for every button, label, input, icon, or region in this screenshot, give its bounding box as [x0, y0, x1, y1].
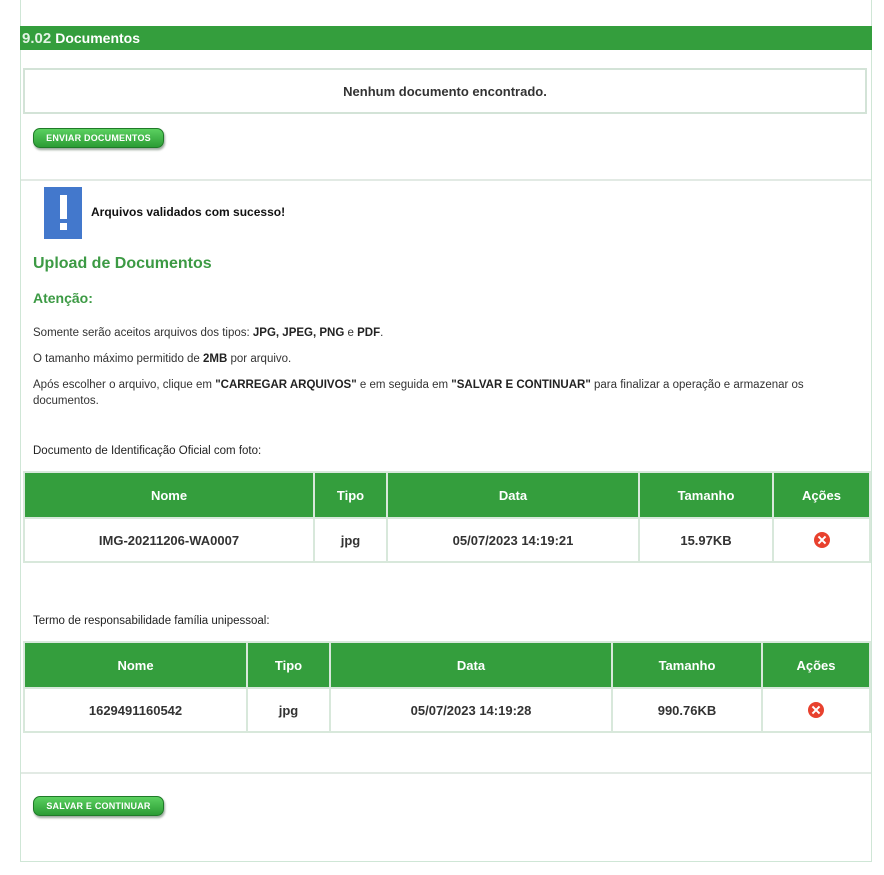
- column-header: Nome: [23, 641, 248, 689]
- column-header: Tipo: [313, 471, 388, 519]
- delete-icon[interactable]: [808, 702, 824, 719]
- cell-type: jpg: [246, 687, 331, 733]
- info-load-button-ref: "CARREGAR ARQUIVOS": [215, 379, 357, 391]
- info-text: Somente serão aceitos arquivos dos tipos…: [33, 327, 253, 339]
- column-header: Tamanho: [638, 471, 774, 519]
- table-header-row: Nome Tipo Data Tamanho Ações: [23, 471, 871, 519]
- table-row: 1629491160542 jpg 05/07/2023 14:19:28 99…: [23, 687, 871, 733]
- cell-date: 05/07/2023 14:19:28: [329, 687, 613, 733]
- documents-table: Nome Tipo Data Tamanho Ações 16294911605…: [23, 641, 871, 733]
- info-size: 2MB: [203, 353, 228, 365]
- info-types: JPG, JPEG, PNG: [252, 327, 345, 339]
- cell-type: jpg: [313, 517, 388, 563]
- column-header: Ações: [772, 471, 871, 519]
- column-header: Tamanho: [611, 641, 763, 689]
- table-row: IMG-20211206-WA0007 jpg 05/07/2023 14:19…: [23, 517, 871, 563]
- info-text: .: [380, 327, 384, 339]
- column-header: Data: [386, 471, 640, 519]
- info-file-types: Somente serão aceitos arquivos dos tipos…: [33, 325, 383, 341]
- info-save-button-ref: "SALVAR E CONTINUAR": [451, 379, 591, 391]
- cell-actions: [772, 517, 871, 563]
- upload-title: Upload de Documentos: [33, 255, 212, 272]
- info-pdf: PDF: [357, 327, 381, 339]
- cell-date: 05/07/2023 14:19:21: [386, 517, 640, 563]
- section-header: 9.02 Documentos: [20, 26, 872, 50]
- table-label-responsibility-term: Termo de responsabilidade família unipes…: [33, 615, 270, 627]
- info-text: Após escolher o arquivo, clique em: [33, 379, 216, 391]
- cell-name: IMG-20211206-WA0007: [23, 517, 315, 563]
- send-documents-button[interactable]: ENVIAR DOCUMENTOS: [33, 128, 164, 148]
- info-text: por arquivo.: [227, 353, 292, 365]
- table-label-id-document: Documento de Identificação Oficial com f…: [33, 445, 262, 457]
- column-header: Tipo: [246, 641, 331, 689]
- attention-heading: Atenção:: [33, 290, 93, 306]
- info-text: e em seguida em: [356, 379, 452, 391]
- section-number: 9.02: [22, 29, 52, 47]
- save-and-continue-button[interactable]: SALVAR E CONTINUAR: [33, 796, 164, 816]
- exclamation-icon: [44, 187, 82, 239]
- divider: [21, 179, 871, 181]
- empty-documents-box: Nenhum documento encontrado.: [23, 68, 867, 114]
- divider: [21, 772, 871, 774]
- section-title: Documentos: [55, 30, 140, 46]
- documents-table: Nome Tipo Data Tamanho Ações IMG-2021120…: [23, 471, 871, 563]
- info-max-size: O tamanho máximo permitido de 2MB por ar…: [33, 351, 291, 367]
- table-header-row: Nome Tipo Data Tamanho Ações: [23, 641, 871, 689]
- column-header: Ações: [761, 641, 871, 689]
- column-header: Data: [329, 641, 613, 689]
- alert-message: Arquivos validados com sucesso!: [91, 205, 286, 219]
- delete-icon[interactable]: [813, 532, 830, 549]
- cell-name: 1629491160542: [23, 687, 248, 733]
- column-header: Nome: [23, 471, 315, 519]
- cell-actions: [761, 687, 871, 733]
- cell-size: 15.97KB: [638, 517, 774, 563]
- info-instructions: Após escolher o arquivo, clique em "CARR…: [33, 377, 823, 409]
- info-text: e: [344, 327, 358, 339]
- empty-message: Nenhum documento encontrado.: [343, 83, 547, 99]
- cell-size: 990.76KB: [611, 687, 763, 733]
- info-text: O tamanho máximo permitido de: [33, 353, 204, 365]
